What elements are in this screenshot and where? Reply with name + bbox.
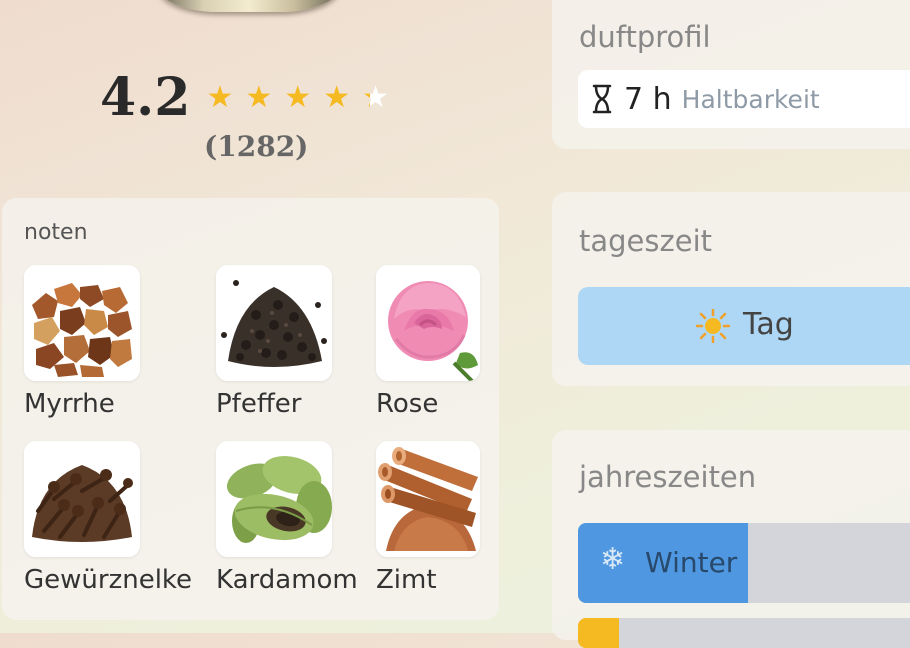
note-item[interactable]: Myrrhe (24, 265, 140, 419)
tageszeit-title: tageszeit (579, 224, 712, 258)
perfume-bottle-image (158, 0, 340, 12)
sun-icon (696, 309, 730, 343)
longevity-value: 7 h (624, 81, 672, 117)
longevity-label: Haltbarkeit (681, 84, 820, 114)
notes-title: noten (24, 220, 88, 245)
black-pepper-image (216, 265, 332, 381)
note-item[interactable]: Pfeffer (216, 265, 332, 419)
star-icon: ★ (323, 80, 351, 115)
clove-image (24, 441, 140, 557)
partial-star-icon: ★ ★ (362, 80, 389, 115)
season-fill (578, 618, 619, 648)
star-icon: ★ (206, 80, 234, 115)
rating-value: 4.2 (100, 67, 191, 128)
snowflake-icon: ❄ (600, 542, 626, 577)
cinnamon-image (376, 441, 480, 557)
time-of-day-label: Tag (743, 307, 794, 342)
note-label: Gewürznelke (24, 565, 193, 595)
cardamom-image (216, 441, 332, 557)
note-label: Rose (376, 389, 439, 419)
season-bar[interactable] (578, 618, 910, 648)
note-label: Myrrhe (24, 389, 115, 419)
hourglass-icon (592, 84, 612, 114)
time-of-day-bar[interactable]: Tag (578, 287, 910, 365)
longevity-chip: 7 h Haltbarkeit (578, 70, 910, 128)
note-item[interactable]: Zimt (376, 441, 480, 595)
note-item[interactable]: Kardamom (216, 441, 358, 595)
note-label: Zimt (376, 565, 437, 595)
season-bar-winter[interactable]: ❄ Winter (578, 523, 910, 603)
note-item[interactable]: Rose (376, 265, 480, 419)
rose-image (376, 265, 480, 381)
rating-stars: ★ ★ ★ ★ ★ ★ (206, 83, 401, 113)
rating-row: 4.2 ★ ★ ★ ★ ★ ★ (100, 72, 401, 124)
notes-card: noten Myrrhe Pfeffer Rose Gewürznelke Ka… (2, 198, 499, 620)
star-icon: ★ (245, 80, 273, 115)
star-icon: ★ (284, 80, 312, 115)
note-label: Kardamom (216, 565, 358, 595)
note-label: Pfeffer (216, 389, 302, 419)
season-label: Winter (645, 546, 738, 579)
note-item[interactable]: Gewürznelke (24, 441, 192, 595)
duftprofil-title: duftprofil (579, 20, 711, 54)
myrrh-resin-image (24, 265, 140, 381)
jahreszeiten-title: jahreszeiten (579, 460, 757, 494)
rating-count: (1282) (204, 130, 309, 163)
